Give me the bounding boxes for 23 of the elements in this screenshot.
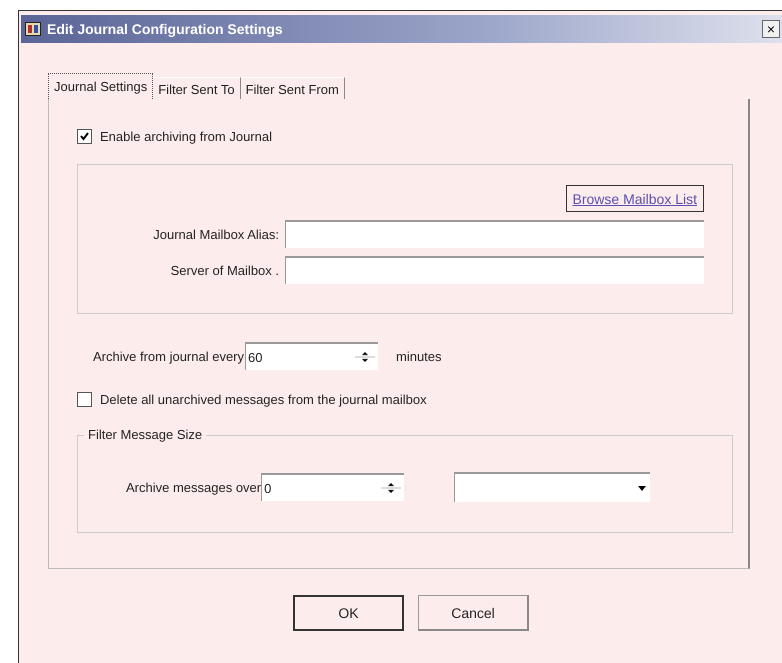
text-field[interactable] (285, 256, 704, 284)
interval-label: Archive from journal every (93, 348, 244, 364)
window-title: Edit Journal Configuration Settings (47, 21, 283, 37)
spin-field[interactable]: 60 (245, 342, 378, 370)
dialog-button[interactable]: OK (293, 595, 404, 631)
unit-label: minutes (396, 348, 442, 364)
dialog-button[interactable]: Cancel (418, 595, 529, 631)
tab[interactable]: Filter Sent From (240, 77, 345, 99)
checkbox-label: Enable archiving from Journal (100, 129, 272, 144)
tab[interactable]: Filter Sent To (153, 77, 241, 99)
field-label: Server of Mailbox . (170, 262, 279, 278)
size-label: Archive messages over (126, 480, 262, 494)
checkbox[interactable] (77, 392, 92, 407)
spin-field[interactable]: 0 (261, 473, 404, 501)
group-title: Filter Message Size (84, 427, 206, 442)
browse-mailbox-button[interactable]: Browse Mailbox List (566, 185, 704, 212)
checkbox[interactable] (77, 129, 92, 144)
journal-icon (25, 22, 41, 36)
checkbox-label: Delete all unarchived messages from the journal mailbox (100, 392, 427, 407)
tab[interactable]: Journal Settings (48, 73, 154, 99)
field-label: Journal Mailbox Alias: (153, 226, 279, 242)
text-field[interactable] (285, 220, 704, 248)
close-button[interactable]: × (762, 20, 780, 38)
